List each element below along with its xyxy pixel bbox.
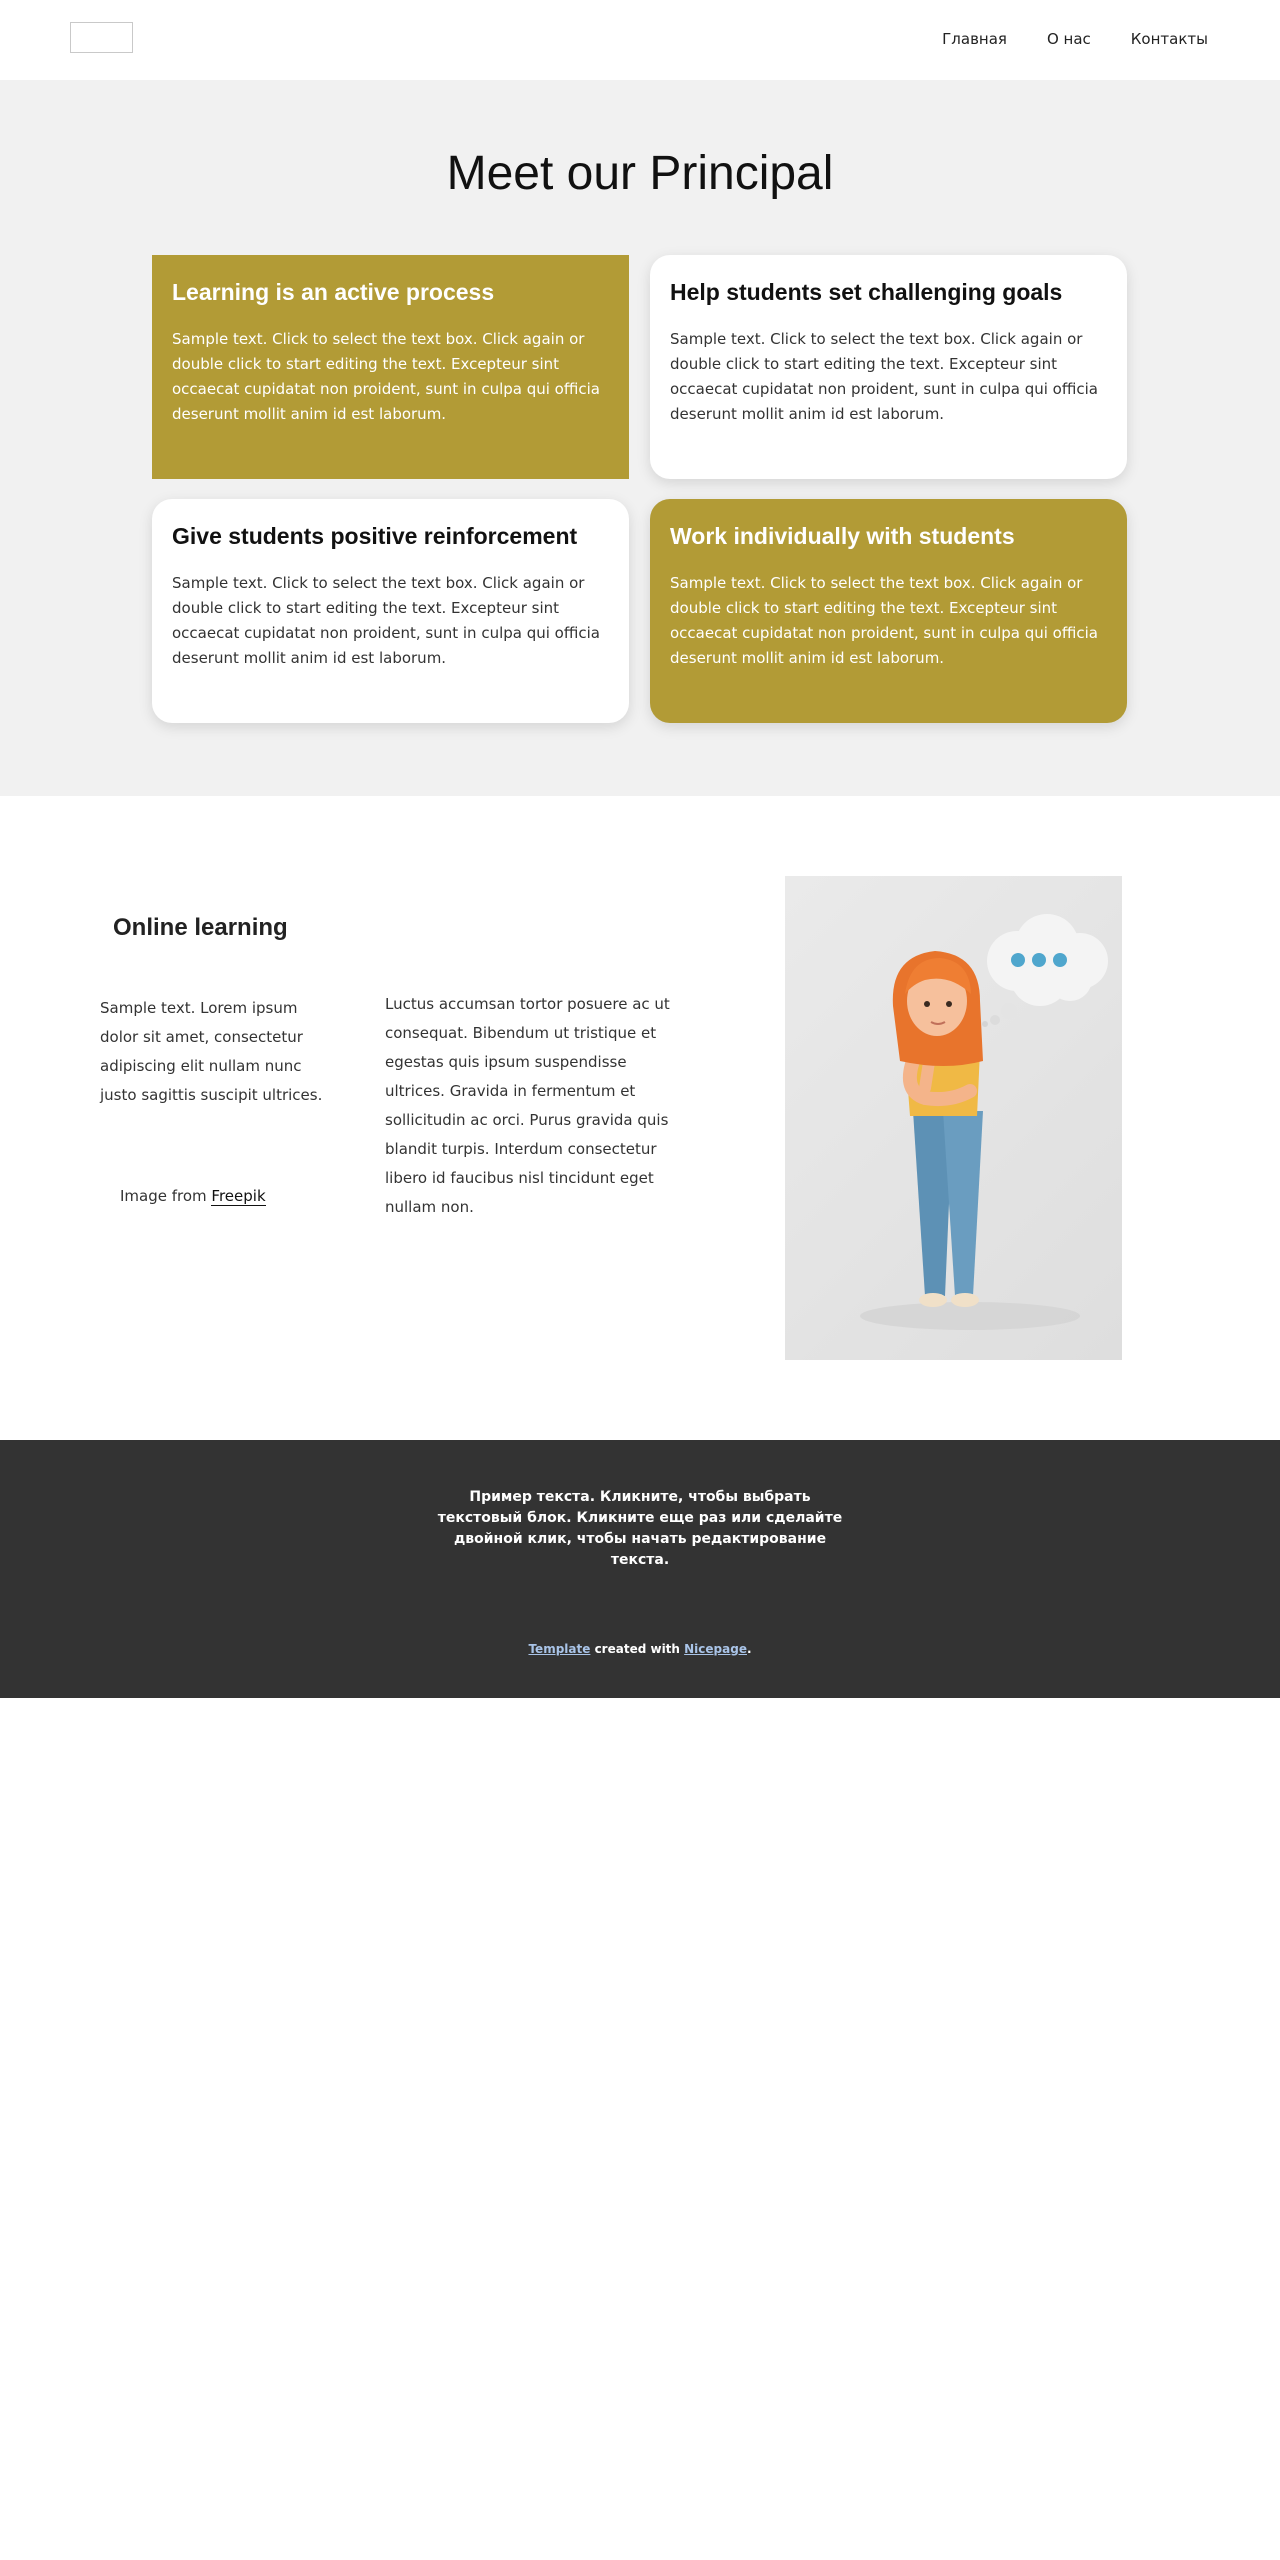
card-title: Give students positive reinforcement	[172, 523, 578, 549]
card-positive-reinforcement: Give students positive reinforcement Sam…	[152, 499, 629, 723]
card-title: Work individually with students	[670, 523, 1015, 549]
online-learning-text-left: Sample text. Lorem ipsum dolor sit amet,…	[100, 999, 323, 1104]
principal-section: Meet our Principal Learning is an active…	[0, 80, 1280, 796]
footer-credit-mid: created with	[590, 1642, 685, 1656]
card-text: Sample text. Click to select the text bo…	[172, 574, 600, 667]
card-text: Sample text. Click to select the text bo…	[670, 574, 1098, 667]
footer-credit: Template created with Nicepage.	[0, 1642, 1280, 1656]
thinking-girl-svg	[860, 914, 1108, 1330]
logo[interactable]	[70, 22, 133, 53]
footer-credit-end: .	[746, 1642, 752, 1656]
nav-item-home[interactable]: Главная	[942, 27, 1007, 51]
online-learning-text-right: Luctus accumsan tortor posuere ac ut con…	[385, 995, 670, 1216]
online-learning-section: Online learning Sample text. Lorem ipsum…	[0, 796, 1280, 1440]
nav-item-contacts[interactable]: Контакты	[1131, 27, 1208, 51]
site-footer: Пример текста. Кликните, чтобы выбрать т…	[0, 1440, 1280, 1698]
card-learning-active: Learning is an active process Sample tex…	[152, 255, 629, 479]
image-credit: Image from Freepik	[120, 1187, 266, 1206]
section-title: Meet our Principal	[446, 147, 834, 200]
freepik-link[interactable]: Freepik	[211, 1187, 266, 1206]
site-header: Главная О нас Контакты	[0, 0, 1280, 80]
card-challenging-goals: Help students set challenging goals Samp…	[650, 255, 1127, 479]
thinking-girl-illustration	[785, 876, 1122, 1360]
card-title: Learning is an active process	[172, 279, 495, 305]
card-title: Help students set challenging goals	[670, 279, 1063, 305]
template-link[interactable]: Template	[528, 1642, 590, 1656]
card-text: Sample text. Click to select the text bo…	[172, 330, 600, 423]
online-learning-title: Online learning	[113, 914, 288, 941]
nav-item-about[interactable]: О нас	[1047, 27, 1091, 51]
nicepage-link[interactable]: Nicepage	[684, 1642, 747, 1656]
image-credit-prefix: Image from	[120, 1187, 212, 1205]
footer-text: Пример текста. Кликните, чтобы выбрать т…	[437, 1489, 843, 1568]
main-nav: Главная О нас Контакты	[902, 27, 1208, 51]
thought-bubble-icon	[982, 914, 1108, 1027]
card-work-individually: Work individually with students Sample t…	[650, 499, 1127, 723]
card-text: Sample text. Click to select the text bo…	[670, 330, 1098, 423]
